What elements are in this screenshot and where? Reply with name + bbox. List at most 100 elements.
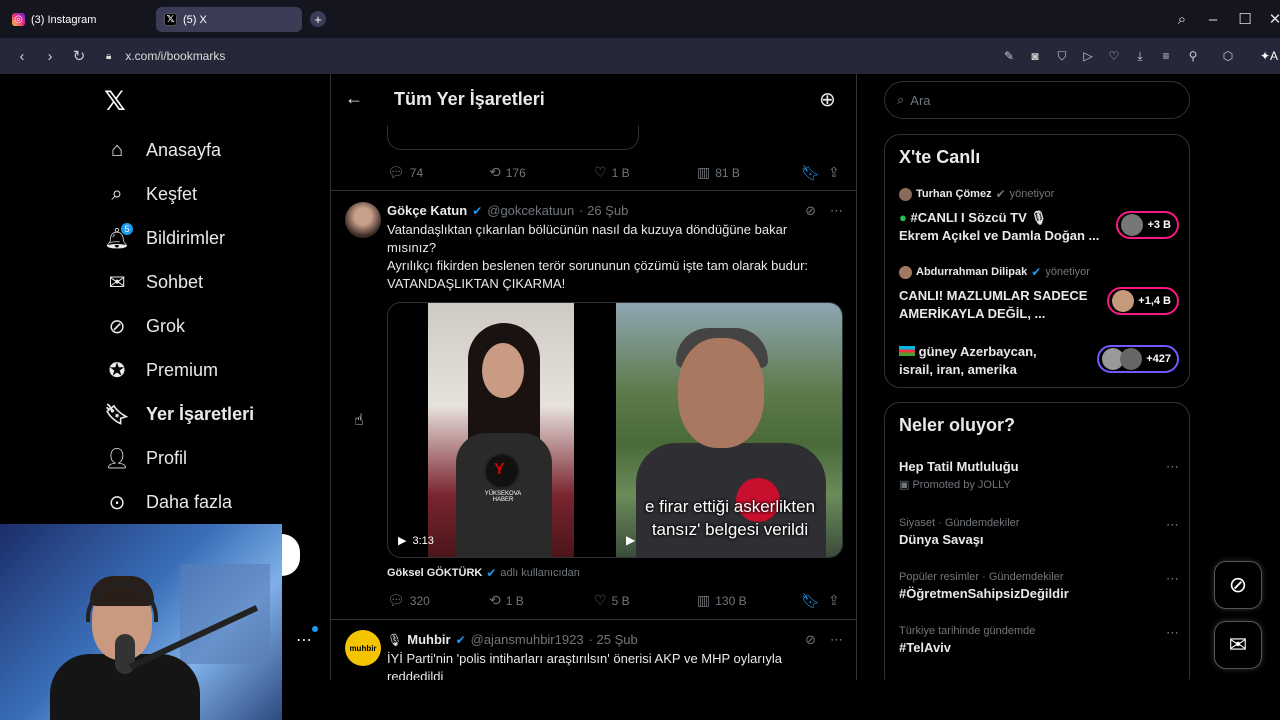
- views-button[interactable]: ▥ 130 B: [697, 592, 747, 609]
- host-role: yönetiyor: [1045, 266, 1090, 278]
- nav-bookmarks[interactable]: 🔖︎ Yer İşaretleri: [104, 394, 254, 434]
- live-host: Turhan Çömez ✔ yönetiyor: [899, 187, 1179, 201]
- download-icon[interactable]: ⤓: [1132, 48, 1148, 64]
- nav-explore[interactable]: ⌕ Keşfet: [104, 174, 197, 214]
- new-tab-button[interactable]: +: [310, 11, 326, 27]
- messages-fab-button[interactable]: ✉: [1214, 621, 1262, 669]
- play-icon[interactable]: ▶: [626, 533, 635, 547]
- previous-tweet-actions: 💬︎ 74 ⟲ 176 ♡ 1 B ▥ 81 B 🔖︎ ⇪: [387, 164, 847, 184]
- live-listeners-pill[interactable]: +427: [1097, 345, 1179, 373]
- minimize-button[interactable]: –: [1203, 9, 1223, 29]
- tweet-text-line: Ayrılıkçı fikirden beslenen terör sorunu…: [387, 258, 809, 273]
- live-item[interactable]: Turhan Çömez ✔ yönetiyor ● #CANLI I Sözc…: [899, 187, 1179, 245]
- repost-button[interactable]: ⟲ 1 B: [489, 592, 524, 609]
- tab-x[interactable]: 𝕏 (5) X: [156, 7, 302, 32]
- grok-fab-button[interactable]: ⊘: [1214, 561, 1262, 609]
- live-listeners-pill[interactable]: +1,4 B: [1107, 287, 1179, 315]
- profile-icon: 👤︎: [104, 447, 130, 470]
- trend-item[interactable]: Hep Tatil Mutluluğu ▣ Promoted by JOLLY …: [899, 459, 1179, 491]
- tweet-video[interactable]: Y YÜKSEKOVA HABER e firar ettiği askerli…: [387, 302, 843, 558]
- live-host: Abdurrahman Dilipak ✔ yönetiyor: [899, 265, 1179, 279]
- url-field[interactable]: 🔒︎ x.com/i/bookmarks: [106, 47, 225, 65]
- nav-notifications[interactable]: 🔔︎ 5 Bildirimler: [104, 218, 225, 258]
- more-options-icon[interactable]: ⋯: [830, 632, 843, 648]
- author-name[interactable]: Gökçe Katun: [387, 203, 467, 218]
- more-options-icon[interactable]: ⋯: [1166, 517, 1179, 533]
- grok-icon[interactable]: ⊘: [805, 203, 816, 219]
- search-tabs-icon[interactable]: ⌕: [1172, 9, 1192, 29]
- cube-icon[interactable]: ⬡: [1220, 48, 1236, 64]
- menu-icon[interactable]: ≡: [1158, 48, 1174, 64]
- video-credit: Göksel GÖKTÜRK ✔ adlı kullanıcıdan: [387, 566, 580, 580]
- video-time: 3:13: [412, 534, 434, 547]
- page-title: Tüm Yer İşaretleri: [394, 89, 545, 109]
- tweet[interactable]: muhbir 🎙︎ Muhbir ✔ @ajansmuhbir1923 · 25…: [331, 620, 856, 680]
- address-bar: ‹ › ↻ 🔒︎ x.com/i/bookmarks ✎ ◙ ⛉ ▷ ♡ ⤓ ≡…: [0, 38, 1280, 74]
- verified-badge-icon: ✔: [1031, 265, 1042, 279]
- ai-icon[interactable]: ✦A: [1258, 48, 1280, 64]
- tweet-date[interactable]: · 26 Şub: [579, 203, 628, 218]
- nav-messages[interactable]: ✉ Sohbet: [104, 262, 203, 302]
- profile-icon[interactable]: ⚲: [1185, 48, 1201, 64]
- share-icon[interactable]: ⇪: [828, 164, 840, 181]
- credit-name[interactable]: Göksel GÖKTÜRK: [387, 567, 482, 579]
- camera-icon[interactable]: ◙: [1027, 48, 1043, 64]
- x-logo-icon[interactable]: 𝕏: [104, 86, 126, 117]
- more-options-icon[interactable]: ⋯: [1166, 625, 1179, 641]
- notification-badge: 5: [120, 222, 134, 236]
- grok-icon[interactable]: ⊘: [805, 632, 816, 648]
- maximize-button[interactable]: ☐: [1235, 9, 1255, 29]
- author-handle[interactable]: @gokcekatuun: [487, 203, 574, 218]
- forward-arrow-icon[interactable]: ›: [41, 47, 59, 65]
- play-icon[interactable]: ▷: [1080, 48, 1096, 64]
- trend-item[interactable]: Türkiye tarihinde gündemde #TelAviv ⋯: [899, 625, 1179, 655]
- grok-icon: ⊘: [1228, 572, 1248, 597]
- more-options-icon[interactable]: ⋯: [1166, 459, 1179, 475]
- nav-home[interactable]: ⌂ Anasayfa: [104, 130, 221, 170]
- trend-item[interactable]: Popüler resimler · Gündemdekiler #Öğretm…: [899, 571, 1179, 601]
- shield-icon[interactable]: ⛉: [1054, 48, 1070, 64]
- tweet-header-actions: ⊘ ⋯: [805, 632, 843, 648]
- trend-category: Türkiye tarihinde gündemde: [899, 625, 1036, 637]
- edit-icon[interactable]: ✎: [1001, 48, 1017, 64]
- like-button[interactable]: ♡ 1 B: [594, 164, 630, 181]
- trends-panel-title: Neler oluyor?: [899, 415, 1016, 435]
- reload-icon[interactable]: ↻: [70, 47, 88, 65]
- tab-instagram[interactable]: ◎ (3) Instagram: [4, 7, 150, 32]
- tweet-text: Vatandaşlıktan çıkarılan bölücünün nasıl…: [387, 221, 837, 293]
- back-arrow-icon[interactable]: ‹: [13, 47, 31, 65]
- avatar[interactable]: muhbir: [345, 630, 381, 666]
- close-window-button[interactable]: ✕: [1265, 9, 1280, 29]
- search-input[interactable]: ⌕ Ara: [884, 81, 1190, 119]
- trend-item[interactable]: Siyaset · Gündemdekiler Dünya Savaşı ⋯: [899, 517, 1179, 547]
- repost-button[interactable]: ⟲ 176: [489, 164, 526, 181]
- avatar[interactable]: [345, 202, 381, 238]
- reply-button[interactable]: 💬︎ 320: [387, 592, 430, 609]
- search-icon: ⌕: [111, 182, 123, 205]
- mail-icon: ✉: [108, 271, 126, 294]
- views-button[interactable]: ▥ 81 B: [697, 164, 740, 181]
- nav-premium[interactable]: ✪ Premium: [104, 350, 218, 390]
- more-options-icon[interactable]: ⋯: [830, 203, 843, 219]
- live-listeners-pill[interactable]: +3 B: [1116, 211, 1179, 239]
- video-subtitle: e firar ettiği askerlikten: [644, 497, 816, 516]
- tweet-date[interactable]: · 25 Şub: [589, 632, 638, 647]
- more-options-icon[interactable]: ⋯: [1166, 571, 1179, 587]
- live-item[interactable]: Abdurrahman Dilipak ✔ yönetiyor CANLI! M…: [899, 265, 1179, 323]
- tweet-text-line: VATANDAŞLIKTAN ÇIKARMA!: [387, 276, 566, 291]
- author-handle[interactable]: @ajansmuhbir1923: [471, 632, 584, 647]
- bookmark-icon[interactable]: 🔖︎: [801, 164, 820, 182]
- like-button[interactable]: ♡ 5 B: [594, 592, 630, 609]
- live-item[interactable]: güney Azerbaycan, israil, iran, amerika …: [899, 343, 1179, 383]
- account-more-icon[interactable]: ⋯: [296, 626, 318, 650]
- heart-icon[interactable]: ♡: [1106, 48, 1122, 64]
- nav-profile[interactable]: 👤︎ Profil: [104, 438, 187, 478]
- reply-button[interactable]: 💬︎ 74: [387, 164, 423, 181]
- nav-grok[interactable]: ⊘ Grok: [104, 306, 185, 346]
- share-icon[interactable]: ⇪: [828, 592, 840, 609]
- nav-more[interactable]: ⊙ Daha fazla: [104, 482, 232, 522]
- add-bookmark-folder-icon[interactable]: ⊕: [819, 87, 836, 112]
- back-arrow-icon[interactable]: ←: [345, 88, 363, 109]
- author-name[interactable]: Muhbir: [407, 632, 450, 647]
- bookmark-icon[interactable]: 🔖︎: [801, 592, 820, 610]
